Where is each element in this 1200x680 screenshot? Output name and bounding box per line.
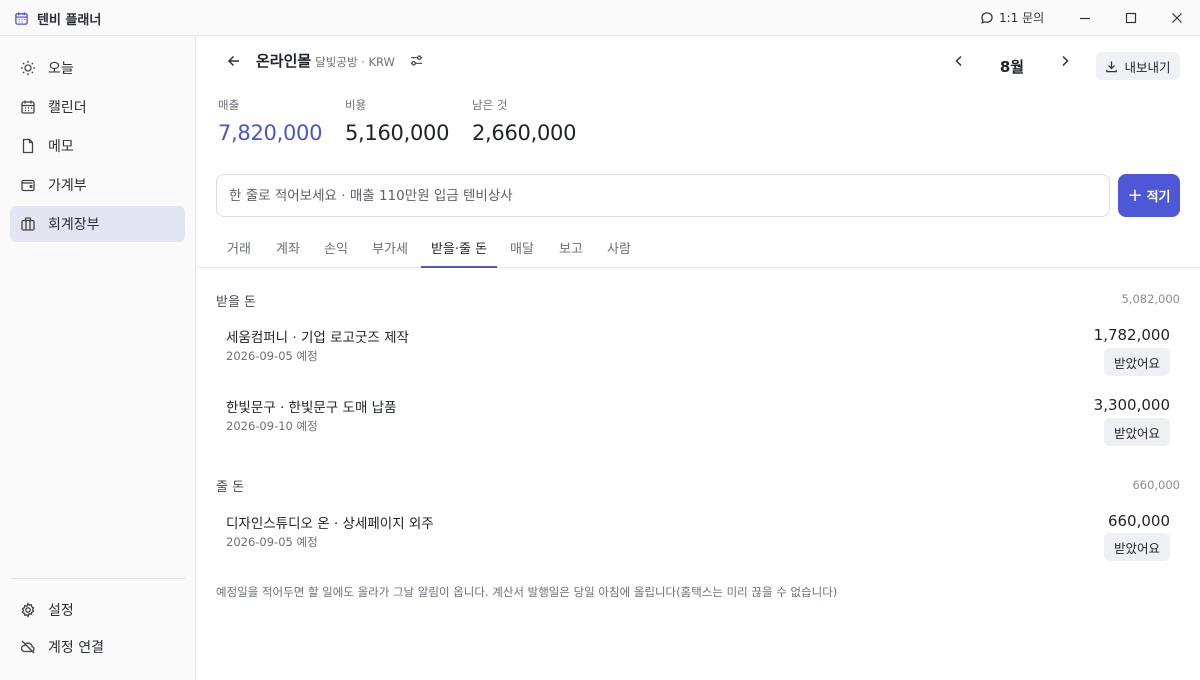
sun-icon	[21, 61, 35, 75]
tab-bar: 거래 계좌 손익 부가세 받을·줄 돈 매달 보고 사람	[196, 230, 1200, 268]
stat-value: 5,160,000	[345, 121, 450, 145]
sidebar-item-calendar[interactable]: 캘린더	[10, 89, 185, 125]
receivable-section-title: 받을 돈	[216, 295, 257, 310]
payable-item-title: 디자인스튜디오 온 · 상세페이지 외주	[226, 516, 434, 532]
tab-transactions[interactable]: 거래	[218, 230, 260, 268]
tab-profit-loss[interactable]: 손익	[316, 230, 356, 268]
receivable-item-date: 2026-09-05 예정	[226, 349, 318, 363]
write-button[interactable]: + 적기	[1118, 174, 1180, 217]
title-bar: 텐비 플래너 1:1 문의	[0, 0, 1200, 36]
receivable-item-title: 한빛문구 · 한빛문구 도매 납품	[226, 400, 397, 416]
tab-accounts[interactable]: 계좌	[268, 230, 308, 268]
inquiry-button[interactable]: 1:1 문의	[980, 9, 1044, 26]
sidebar-item-settings[interactable]: 설정	[10, 592, 185, 628]
inquiry-label: 1:1 문의	[999, 11, 1045, 25]
briefcase-icon	[21, 217, 35, 231]
tab-people[interactable]: 사람	[599, 230, 639, 268]
export-label: 내보내기	[1124, 59, 1171, 75]
sliders-icon[interactable]	[409, 53, 424, 68]
write-label: 적기	[1146, 190, 1171, 205]
sidebar-item-account-link[interactable]: 계정 연결	[10, 629, 185, 665]
download-icon	[1106, 60, 1118, 72]
received-button[interactable]: 받았어요	[1104, 348, 1170, 376]
received-button[interactable]: 받았어요	[1104, 418, 1170, 446]
sidebar-divider	[10, 578, 185, 579]
page-title: 온라인몰	[256, 52, 312, 70]
stat-revenue: 매출 7,820,000	[218, 97, 322, 145]
document-icon	[22, 138, 34, 154]
sidebar-item-label: 캘린더	[48, 100, 87, 116]
cloud-off-icon	[20, 640, 35, 654]
received-button[interactable]: 받았어요	[1104, 533, 1170, 561]
app-title-text: 텐비 플래너	[37, 13, 102, 28]
minimize-icon[interactable]	[1078, 11, 1092, 25]
tab-monthly[interactable]: 매달	[502, 230, 542, 268]
stat-value: 2,660,000	[472, 121, 577, 145]
month-label: 8월	[999, 58, 1025, 76]
sidebar-item-label: 회계장부	[48, 217, 100, 233]
tab-vat[interactable]: 부가세	[364, 230, 416, 268]
stat-label: 매출	[218, 98, 240, 112]
sidebar: 오늘 캘린더 메모 가계부 회계장부 설정 계정 연결	[0, 36, 196, 680]
chevron-left-icon[interactable]	[950, 52, 968, 70]
receivable-item-amount: 1,782,000	[1093, 326, 1170, 344]
wallet-icon	[21, 179, 35, 192]
calendar-icon	[21, 100, 35, 114]
sidebar-item-label: 메모	[48, 139, 74, 155]
stat-value: 7,820,000	[218, 121, 323, 145]
sidebar-item-label: 설정	[48, 603, 74, 619]
quick-entry-input[interactable]	[216, 174, 1110, 217]
stat-remaining: 남은 것 2,660,000	[472, 97, 576, 145]
payable-item-amount: 660,000	[1107, 512, 1170, 530]
sidebar-item-memo[interactable]: 메모	[10, 128, 185, 164]
receivable-item-amount: 3,300,000	[1093, 396, 1170, 414]
chat-bubble-icon	[981, 11, 993, 24]
tab-receivables-payables[interactable]: 받을·줄 돈	[421, 230, 497, 268]
calendar-icon	[15, 12, 28, 25]
receivable-total: 5,082,000	[1121, 292, 1180, 306]
gear-icon	[21, 602, 35, 618]
stat-label: 비용	[345, 98, 367, 112]
sidebar-item-label: 가계부	[48, 178, 87, 194]
page-header: 온라인몰 달빛공방 · KRW	[216, 50, 424, 71]
receivable-item-title: 세움컴퍼니 · 기업 로고굿즈 제작	[226, 330, 409, 346]
stat-cost: 비용 5,160,000	[345, 97, 449, 145]
sidebar-item-household[interactable]: 가계부	[10, 167, 185, 203]
sidebar-item-label: 오늘	[48, 61, 74, 77]
export-button[interactable]: 내보내기	[1096, 52, 1180, 80]
plus-icon: +	[1127, 184, 1143, 206]
sidebar-item-ledger[interactable]: 회계장부	[10, 206, 185, 242]
payable-section-title: 줄 돈	[216, 480, 245, 495]
payable-total: 660,000	[1132, 478, 1180, 492]
back-arrow-icon[interactable]	[225, 52, 243, 70]
chevron-right-icon[interactable]	[1056, 52, 1074, 70]
sidebar-item-label: 계정 연결	[48, 640, 104, 656]
page-subtitle: 달빛공방 · KRW	[315, 54, 395, 69]
maximize-icon[interactable]	[1124, 11, 1138, 25]
payable-item-date: 2026-09-05 예정	[226, 535, 318, 549]
footnote: 예정일을 적어두면 할 일에도 올라가 그날 알림이 옵니다. 계산서 발행일은…	[216, 585, 838, 599]
tab-report[interactable]: 보고	[551, 230, 591, 268]
stat-label: 남은 것	[472, 98, 508, 112]
sidebar-item-today[interactable]: 오늘	[10, 50, 185, 86]
receivable-item-date: 2026-09-10 예정	[226, 419, 318, 433]
close-icon[interactable]	[1170, 11, 1184, 25]
app-title: 텐비 플래너	[14, 9, 101, 28]
